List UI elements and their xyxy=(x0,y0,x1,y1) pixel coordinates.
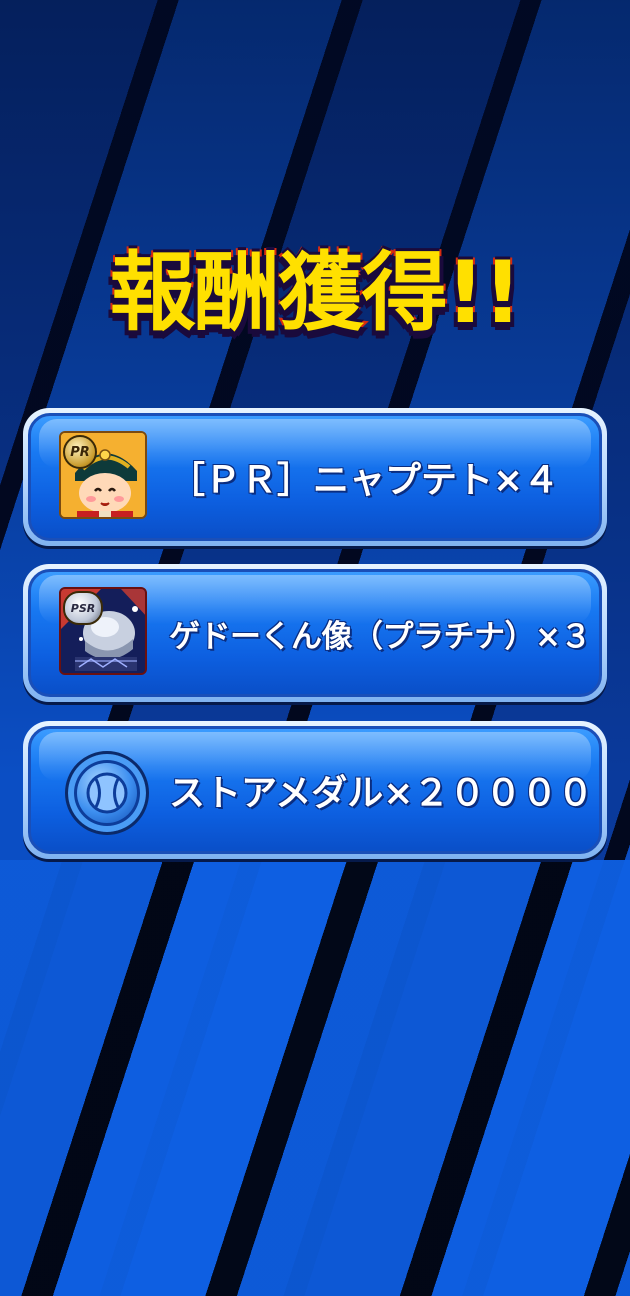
reward-label: ストアメダル×２００００ xyxy=(169,773,594,814)
background-stripes xyxy=(0,860,630,1296)
reward-row-panel: PR ［ＰＲ］ニャプテト×４ xyxy=(28,413,602,541)
character-card-icon: PR xyxy=(59,431,147,519)
psr-badge-icon: PSR xyxy=(63,591,103,625)
reward-row-panel: ストアメダル×２００００ xyxy=(28,726,602,854)
baseball-emblem-icon xyxy=(86,772,128,814)
reward-title: 報酬獲得!! xyxy=(108,241,524,345)
reward-row-panel: PSR ゲドーくん像（プラチナ）×３ xyxy=(28,569,602,697)
reward-row-psr[interactable]: PSR ゲドーくん像（プラチナ）×３ xyxy=(23,564,607,702)
reward-row-medal[interactable]: ストアメダル×２００００ xyxy=(23,721,607,859)
reward-row-pr[interactable]: PR ［ＰＲ］ニャプテト×４ xyxy=(23,408,607,546)
statue-card-icon: PSR xyxy=(59,587,147,675)
reward-label: ゲドーくん像（プラチナ）×３ xyxy=(169,618,591,655)
pr-badge-icon: PR xyxy=(63,435,97,469)
store-medal-icon xyxy=(65,751,149,835)
reward-label: ［ＰＲ］ニャプテト×４ xyxy=(169,460,560,501)
